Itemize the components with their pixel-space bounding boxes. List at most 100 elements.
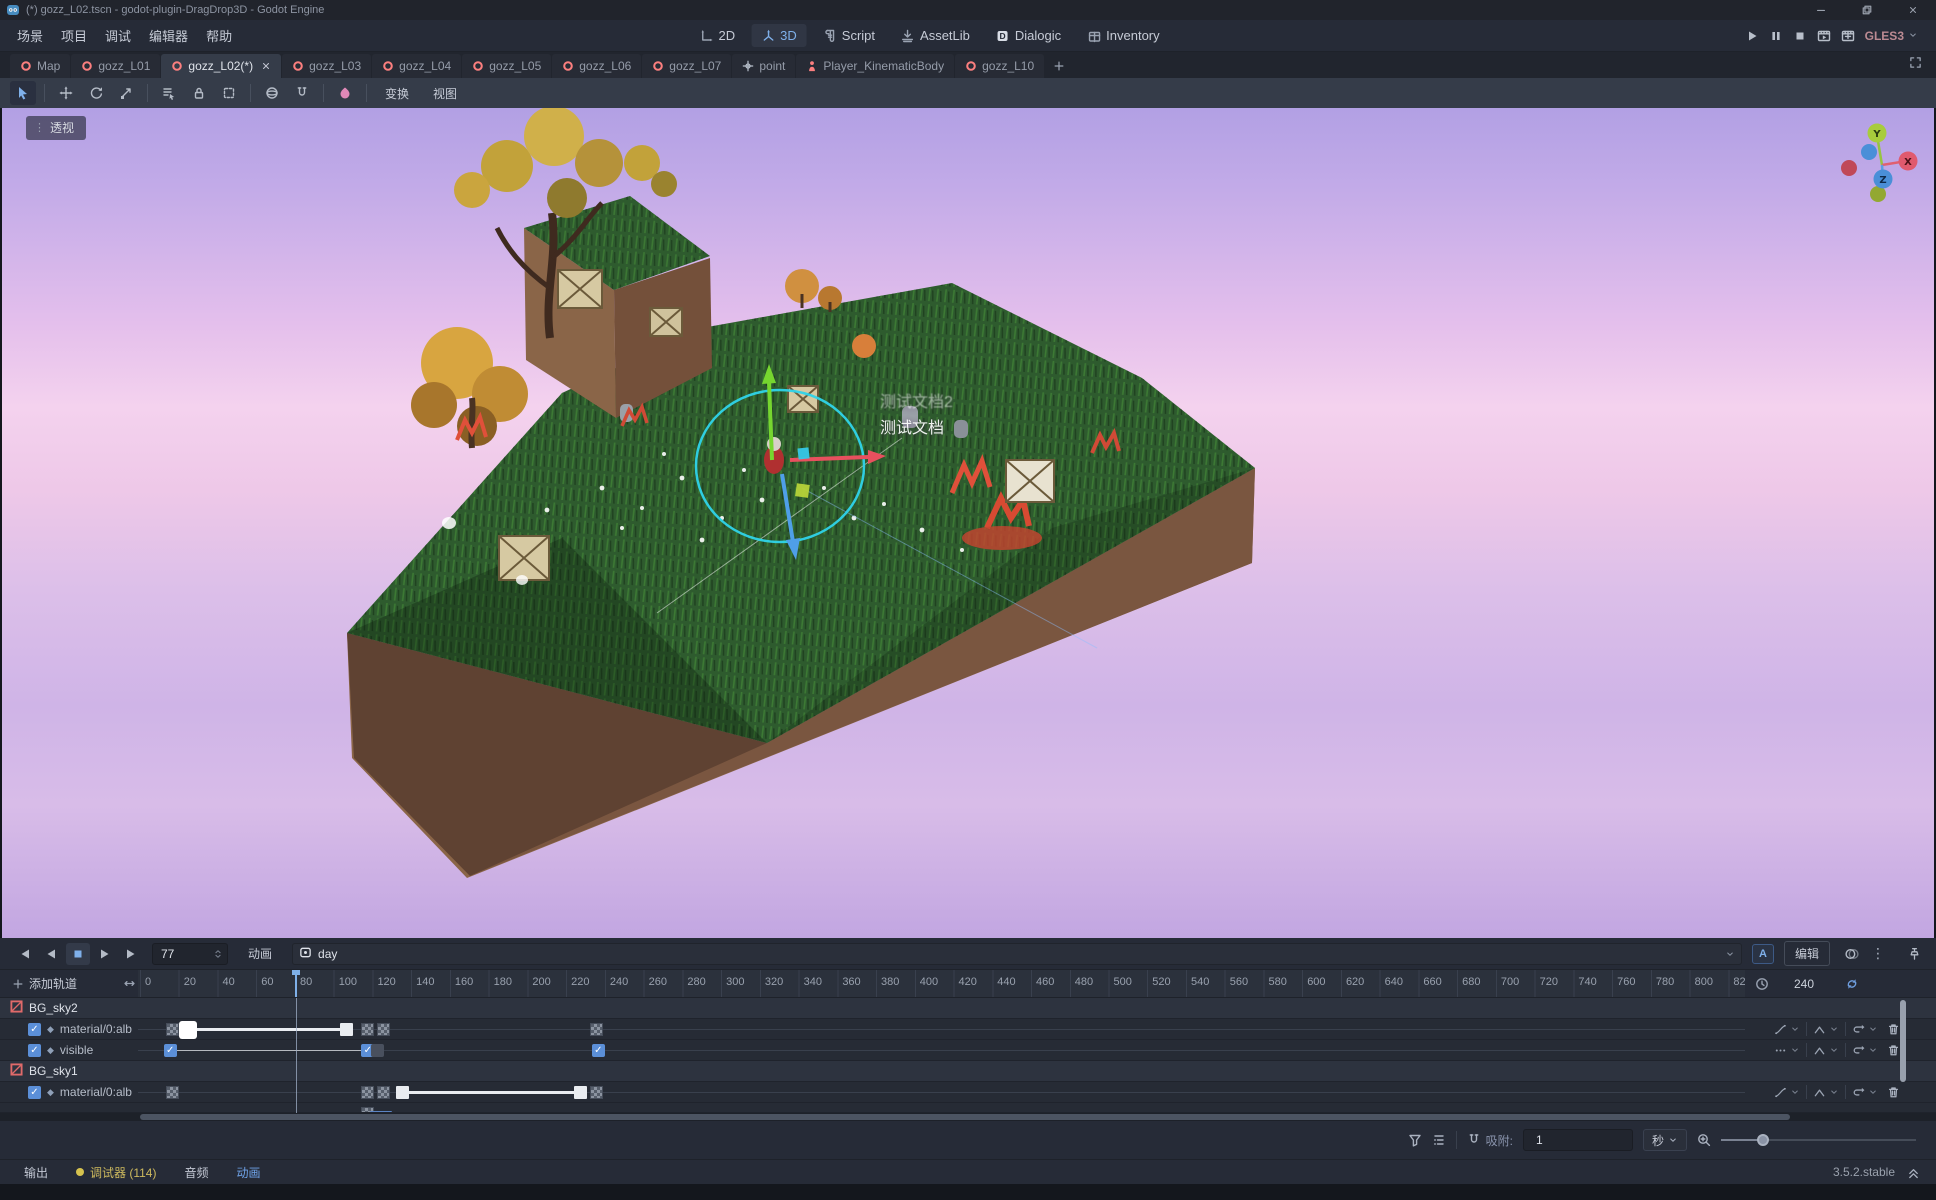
scale-tool-button[interactable]	[113, 81, 139, 105]
expand-bottom-panel-icon[interactable]	[1907, 1166, 1920, 1179]
workspace-assetlib[interactable]: AssetLib	[891, 24, 980, 47]
keyframe[interactable]	[371, 1044, 384, 1057]
edit-animation-button[interactable]: 编辑	[1784, 941, 1830, 966]
rotate-tool-button[interactable]	[83, 81, 109, 105]
pin-panel-button[interactable]	[1902, 943, 1926, 965]
keyframe[interactable]	[574, 1086, 587, 1099]
keyframe[interactable]	[166, 1023, 179, 1036]
snap-tool-button[interactable]	[289, 81, 315, 105]
play-custom-scene-button[interactable]	[1841, 29, 1855, 43]
track-enabled-checkbox[interactable]: ✓	[28, 1044, 41, 1057]
track-material/0:alb[interactable]: ✓◆material/0:alb	[0, 1019, 1936, 1040]
chevron-down-icon[interactable]	[1829, 1087, 1839, 1097]
pause-button[interactable]	[1769, 29, 1783, 43]
keyframe[interactable]	[396, 1086, 409, 1099]
tab-gozz_L01[interactable]: gozz_L01	[71, 54, 160, 78]
keyframe[interactable]	[590, 1086, 603, 1099]
update-mode-icon[interactable]	[1774, 1086, 1787, 1099]
tab-gozz_L06[interactable]: gozz_L06	[552, 54, 641, 78]
tab-gozz_L10[interactable]: gozz_L10	[955, 54, 1044, 78]
timeline-zoom-slider[interactable]	[1721, 1129, 1916, 1151]
keyframe[interactable]: ✓	[164, 1044, 177, 1057]
playhead[interactable]	[295, 970, 297, 997]
chevron-down-icon[interactable]	[1829, 1045, 1839, 1055]
loop-wrap-icon[interactable]	[1852, 1086, 1865, 1099]
vertical-scrollbar[interactable]	[1900, 1000, 1906, 1082]
interpolation-mode-icon[interactable]	[1813, 1086, 1826, 1099]
play-button[interactable]	[1745, 29, 1759, 43]
track-group-BG_sky2[interactable]: BG_sky2	[0, 998, 1936, 1019]
keyframe[interactable]	[166, 1086, 179, 1099]
tab-gozz_L07[interactable]: gozz_L07	[642, 54, 731, 78]
keyframe[interactable]	[361, 1086, 374, 1099]
menu-编辑器[interactable]: 编辑器	[140, 25, 197, 48]
filter-tracks-icon[interactable]	[1408, 1133, 1422, 1147]
delete-track-icon[interactable]	[1887, 1044, 1900, 1057]
animation-menu-button[interactable]: 动画	[238, 942, 282, 965]
bottom-panel-输出[interactable]: 输出	[24, 1164, 48, 1181]
onion-skinning-button[interactable]	[1840, 943, 1864, 965]
workspace-script[interactable]: Script	[813, 24, 885, 47]
close-tab-icon[interactable]	[261, 61, 271, 71]
renderer-dropdown[interactable]: GLES3	[1865, 29, 1918, 43]
tab-gozz_L04[interactable]: gozz_L04	[372, 54, 461, 78]
delete-track-icon[interactable]	[1887, 1023, 1900, 1036]
bottom-panel-调试器[interactable]: 调试器 (114)	[76, 1164, 156, 1181]
play-backwards-button[interactable]	[40, 943, 64, 965]
bottom-panel-音频[interactable]: 音频	[184, 1164, 208, 1181]
transform-menu[interactable]: 变换	[375, 82, 419, 105]
autoplay-on-load-button[interactable]: A	[1752, 944, 1774, 964]
tab-Player_KinematicBody[interactable]: Player_KinematicBody	[796, 54, 954, 78]
add-track-button[interactable]: 添加轨道	[12, 975, 77, 992]
select-tool-button[interactable]	[10, 81, 36, 105]
move-tool-button[interactable]	[53, 81, 79, 105]
snap-magnet-icon[interactable]	[1467, 1133, 1481, 1147]
interpolation-mode-icon[interactable]	[1813, 1023, 1826, 1036]
pan-timeline-icon[interactable]	[123, 977, 136, 990]
workspace-inventory[interactable]: Inventory	[1077, 24, 1169, 47]
keyframe[interactable]	[340, 1023, 353, 1036]
keyframe[interactable]	[377, 1086, 390, 1099]
tab-gozz_L03[interactable]: gozz_L03	[282, 54, 371, 78]
play-scene-button[interactable]	[1817, 29, 1831, 43]
chevron-down-icon[interactable]	[1790, 1087, 1800, 1097]
delete-track-icon[interactable]	[1887, 1086, 1900, 1099]
more-options-icon[interactable]: ⋮	[1866, 943, 1890, 965]
distraction-free-icon[interactable]	[1909, 56, 1922, 69]
view-menu[interactable]: 视图	[423, 82, 467, 105]
chevron-down-icon[interactable]	[1829, 1024, 1839, 1034]
track-enabled-checkbox[interactable]: ✓	[28, 1086, 41, 1099]
chevron-down-icon[interactable]	[1868, 1024, 1878, 1034]
play-from-start-button[interactable]	[92, 943, 116, 965]
timeline-ruler[interactable]: 0204060801001201401601802002202402602803…	[138, 970, 1745, 997]
update-mode-icon[interactable]	[1774, 1023, 1787, 1036]
view-mode-menu[interactable]: ⋮ 透视	[26, 116, 86, 140]
snap-value-input[interactable]: 1	[1523, 1129, 1633, 1151]
lock-tool-button[interactable]	[186, 81, 212, 105]
stop-animation-button[interactable]	[66, 943, 90, 965]
group-tracks-icon[interactable]	[1432, 1133, 1446, 1147]
bottom-panel-动画[interactable]: 动画	[237, 1164, 261, 1181]
loop-wrap-icon[interactable]	[1852, 1023, 1865, 1036]
slider-handle[interactable]	[1757, 1134, 1769, 1146]
3d-viewport[interactable]: Y X Z ⋮ 透视 测试文档2 测试文档	[0, 108, 1936, 938]
close-button[interactable]	[1890, 0, 1936, 20]
tab-gozz_L02(*)[interactable]: gozz_L02(*)	[161, 54, 281, 78]
track-visible[interactable]: ✓◆visible✓✓✓	[0, 1040, 1936, 1061]
tab-gozz_L05[interactable]: gozz_L05	[462, 54, 551, 78]
stop-button[interactable]	[1793, 29, 1807, 43]
loop-animation-button[interactable]	[1845, 977, 1859, 991]
tab-Map[interactable]: Map	[10, 54, 70, 78]
play-backwards-from-end-button[interactable]	[14, 943, 38, 965]
current-frame-spinbox[interactable]: 77	[152, 943, 228, 965]
keyframe[interactable]	[361, 1023, 374, 1036]
track-clipped[interactable]	[0, 1103, 1936, 1113]
chevron-down-icon[interactable]	[1868, 1087, 1878, 1097]
track-group-BG_sky1[interactable]: BG_sky1	[0, 1061, 1936, 1082]
menu-帮助[interactable]: 帮助	[197, 25, 241, 48]
list-select-tool-button[interactable]	[156, 81, 182, 105]
workspace-3d[interactable]: 3D	[751, 24, 807, 47]
keyframe[interactable]	[377, 1023, 390, 1036]
chevron-down-icon[interactable]	[1790, 1045, 1800, 1055]
horizontal-scrollbar[interactable]	[0, 1113, 1936, 1121]
